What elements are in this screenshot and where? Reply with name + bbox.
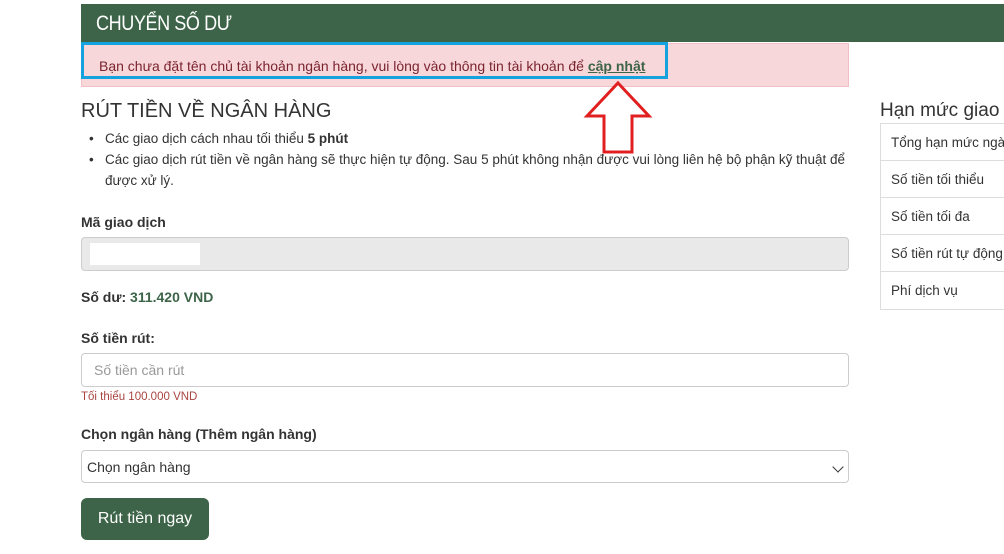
rule-text: Các giao dịch rút tiền về ngân hàng sẽ t… [105,152,845,188]
withdraw-rules: Các giao dịch cách nhau tối thiểu 5 phút… [85,128,845,191]
update-link[interactable]: cập nhật [588,58,646,74]
limits-row: Tổng hạn mức ngà [881,124,1004,161]
chevron-down-icon [832,461,844,473]
balance-value: 311.420 VND [130,289,214,305]
txn-code-label: Mã giao dịch [81,214,166,230]
balance-label: Số dư: [81,289,131,305]
limits-row: Số tiền rút tự động [881,235,1004,272]
withdraw-title: RÚT TIỀN VỀ NGÂN HÀNG [81,100,332,122]
rule-item: Các giao dịch rút tiền về ngân hàng sẽ t… [85,149,845,191]
rule-item: Các giao dịch cách nhau tối thiểu 5 phút [85,128,845,149]
balance: Số dư: 311.420 VND [81,289,213,305]
amount-input[interactable] [81,353,849,387]
page-header-title: CHUYỂN SỐ DƯ [96,12,232,35]
bank-select-value: Chọn ngân hàng [87,459,191,475]
page-header: CHUYỂN SỐ DƯ [81,4,1004,42]
limits-title: Hạn mức giao [880,100,1000,121]
bank-label: Chọn ngân hàng (Thêm ngân hàng) [81,426,317,442]
alert-message-text: Bạn chưa đặt tên chủ tài khoản ngân hàng… [99,58,588,74]
txn-code-field [81,237,849,271]
amount-label: Số tiền rút: [81,330,155,346]
alert-message: Bạn chưa đặt tên chủ tài khoản ngân hàng… [99,58,645,74]
amount-hint: Tối thiểu 100.000 VND [81,391,198,403]
txn-code-value [90,243,200,265]
limits-row: Phí dịch vụ [891,283,958,298]
bank-select[interactable]: Chọn ngân hàng [81,450,849,483]
limits-row: Số tiền tối thiểu [881,161,1004,198]
withdraw-button[interactable]: Rút tiền ngay [81,498,209,540]
limits-table: Tổng hạn mức ngà Số tiền tối thiểu Số ti… [880,123,1004,310]
rule-text: Các giao dịch cách nhau tối thiểu [105,131,308,146]
rule-emphasis: 5 phút [307,131,349,146]
limits-row: Số tiền tối đa [881,198,1004,235]
